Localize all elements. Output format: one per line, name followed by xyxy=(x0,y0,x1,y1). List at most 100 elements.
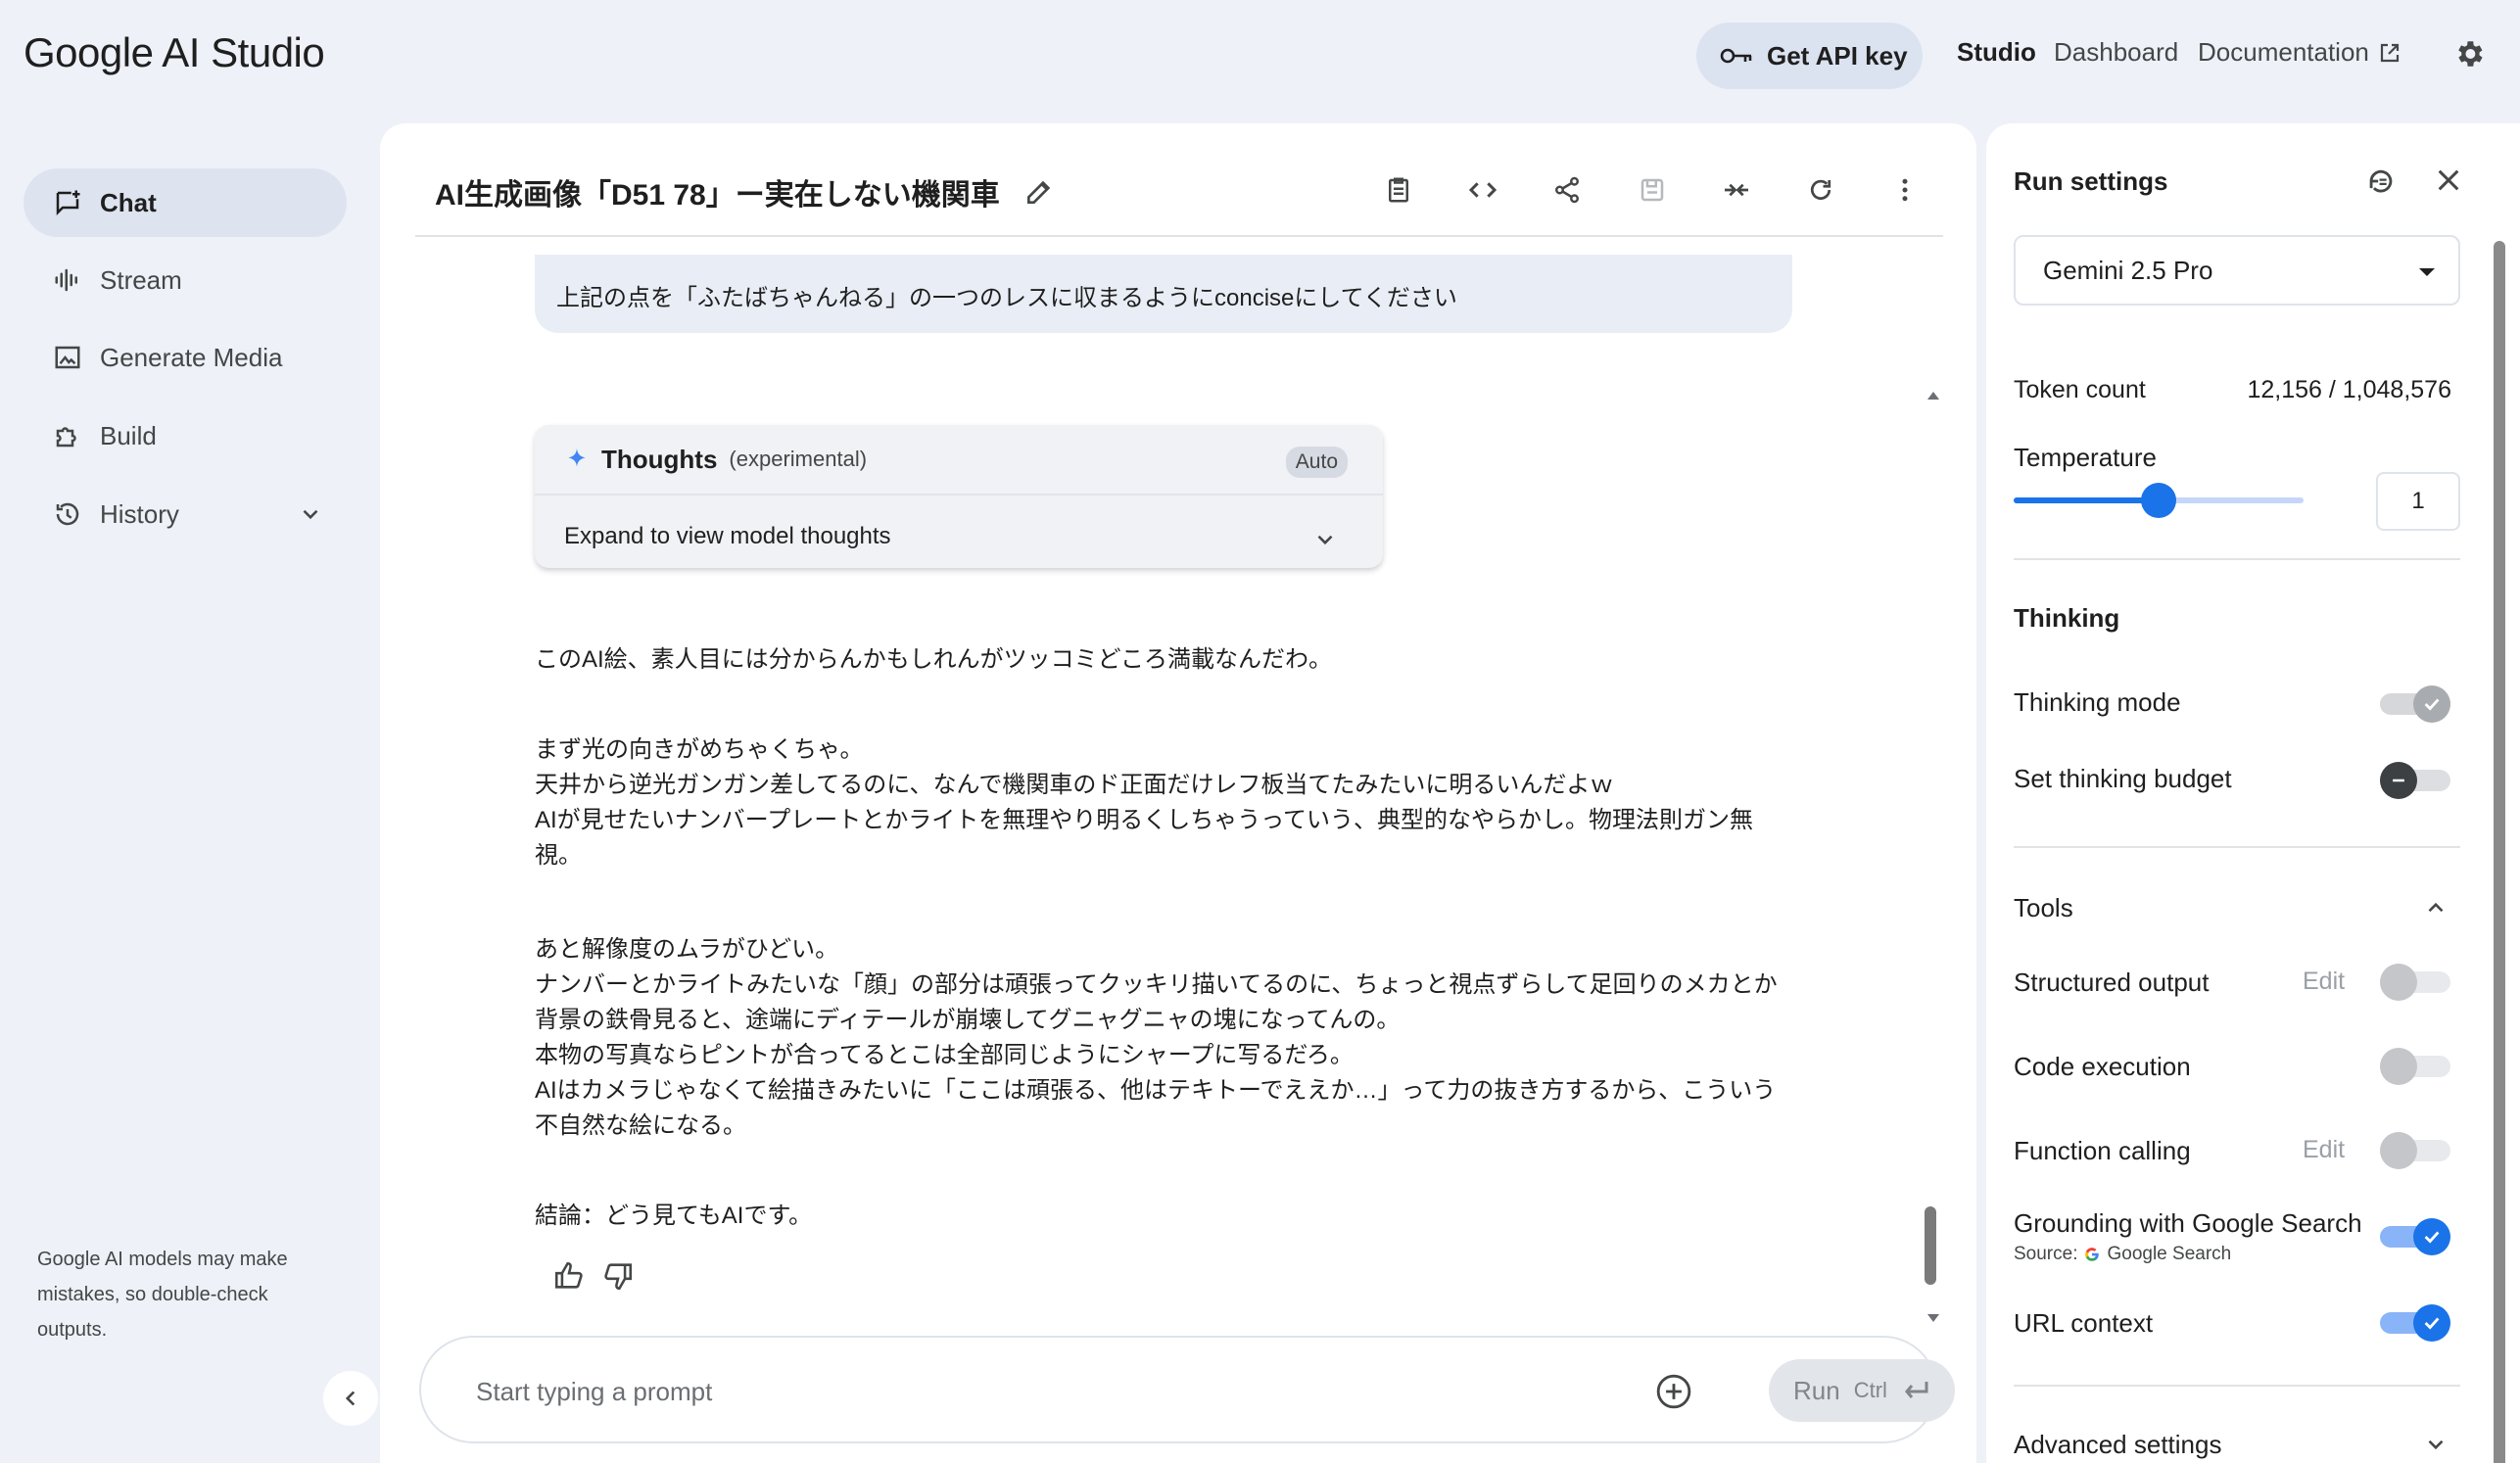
response-text: 結論：どう見てもAIです。 xyxy=(535,1203,813,1229)
nav-documentation-label: Documentation xyxy=(2198,37,2369,67)
refresh-icon[interactable] xyxy=(1801,170,1840,210)
response-paragraph: このAI絵、素人目には分からんかもしれんがツッコミどころ満載なんだわ。 xyxy=(535,642,1798,678)
save-drive-icon[interactable] xyxy=(1633,170,1672,210)
sidebar-item-generate-media[interactable]: Generate Media xyxy=(24,323,347,392)
title-divider xyxy=(415,235,1943,237)
thumbs-down-icon[interactable] xyxy=(601,1259,635,1293)
token-count-value: 12,156 / 1,048,576 xyxy=(2247,376,2451,403)
chevron-up-icon[interactable] xyxy=(2423,895,2449,920)
function-calling-edit-link[interactable]: Edit xyxy=(2303,1136,2345,1164)
grounding-toggle[interactable] xyxy=(2380,1218,2450,1255)
sparkle-icon xyxy=(564,447,590,472)
tools-heading: Tools xyxy=(2014,893,2073,922)
add-content-icon[interactable] xyxy=(1655,1373,1692,1410)
sidebar-item-stream[interactable]: Stream xyxy=(24,246,347,314)
thoughts-title: Thoughts xyxy=(601,444,718,474)
user-message: 上記の点を「ふたばちゃんねる」の一つのレスに収まるようにconciseにしてくだ… xyxy=(535,255,1792,333)
more-options-icon[interactable] xyxy=(1885,170,1925,210)
function-calling-label: Function calling xyxy=(2014,1136,2191,1165)
temperature-slider[interactable] xyxy=(2014,483,2304,518)
sidebar-item-chat[interactable]: Chat xyxy=(24,168,347,237)
run-shortcut: Ctrl xyxy=(1853,1378,1887,1402)
settings-gear-icon[interactable] xyxy=(2452,37,2486,71)
logo-product-text: AI Studio xyxy=(162,29,325,75)
thumbs-up-icon[interactable] xyxy=(552,1259,586,1293)
temperature-slider-thumb[interactable] xyxy=(2141,483,2176,518)
share-icon[interactable] xyxy=(1547,170,1587,210)
url-context-toggle[interactable] xyxy=(2380,1304,2450,1342)
expand-thoughts-label[interactable]: Expand to view model thoughts xyxy=(564,523,891,550)
chevron-down-icon[interactable] xyxy=(2423,1432,2449,1457)
settings-scroll-thumb[interactable] xyxy=(2494,241,2505,1463)
run-label: Run xyxy=(1793,1375,1840,1405)
scroll-up-arrow-icon[interactable] xyxy=(1924,386,1943,405)
structured-output-toggle[interactable] xyxy=(2380,964,2450,1001)
model-select-value: Gemini 2.5 Pro xyxy=(2043,255,2213,285)
response-paragraph: まず光の向きがめちゃくちゃ。 天井から逆光ガンガン差してるのに、なんで機関車のド… xyxy=(535,732,1798,873)
temperature-input[interactable]: 1 xyxy=(2376,472,2460,531)
advanced-settings-label[interactable]: Advanced settings xyxy=(2014,1430,2221,1460)
nav-dashboard[interactable]: Dashboard xyxy=(2054,37,2178,68)
edit-title-icon[interactable] xyxy=(1023,176,1055,208)
thoughts-panel[interactable]: Thoughts (experimental) Auto Expand to v… xyxy=(535,425,1383,568)
code-execution-label: Code execution xyxy=(2014,1052,2191,1081)
key-icon xyxy=(1720,46,1753,66)
thinking-mode-toggle[interactable] xyxy=(2380,685,2450,723)
close-icon[interactable] xyxy=(2433,165,2464,196)
structured-output-label: Structured output xyxy=(2014,967,2210,997)
function-calling-toggle[interactable] xyxy=(2380,1132,2450,1169)
grounding-source-name[interactable]: Google Search xyxy=(2107,1244,2231,1265)
toggle-knob xyxy=(2380,1048,2417,1085)
puzzle-icon xyxy=(53,421,82,450)
top-bar: Google AI Studio Get API key Studio Dash… xyxy=(0,0,2520,110)
divider xyxy=(2014,558,2460,560)
sidebar-item-label: Stream xyxy=(100,264,182,295)
chat-panel: AI生成画像「D51 78」ー実在しない機関車 上記の点を「ふたばちゃんねる」の… xyxy=(380,123,1976,1463)
chat-icon xyxy=(53,188,82,217)
run-settings-title: Run settings xyxy=(2014,166,2168,196)
toggle-knob xyxy=(2413,685,2450,723)
reset-settings-icon[interactable] xyxy=(2364,165,2398,198)
app-logo[interactable]: Google AI Studio xyxy=(24,29,325,76)
clipboard-icon[interactable] xyxy=(1379,170,1418,210)
get-api-key-label: Get API key xyxy=(1767,40,1908,71)
sidebar-item-label: Build xyxy=(100,420,157,450)
google-g-icon xyxy=(2083,1246,2101,1263)
nav-documentation[interactable]: Documentation xyxy=(2198,37,2401,68)
divider xyxy=(2014,1385,2460,1387)
dropdown-caret-icon xyxy=(2417,266,2437,278)
url-context-label: URL context xyxy=(2014,1308,2154,1338)
logo-google-text: Google xyxy=(24,29,154,75)
toggle-knob xyxy=(2413,1304,2450,1342)
chat-scroll-thumb[interactable] xyxy=(1925,1206,1936,1285)
nav-studio[interactable]: Studio xyxy=(1957,37,2036,68)
sidebar-item-build[interactable]: Build xyxy=(24,401,347,470)
compare-icon[interactable] xyxy=(1717,170,1756,210)
thinking-budget-toggle[interactable] xyxy=(2380,762,2450,799)
sidebar-item-label: Generate Media xyxy=(100,342,283,372)
chevron-down-icon[interactable] xyxy=(298,501,323,527)
code-execution-toggle[interactable] xyxy=(2380,1048,2450,1085)
run-button[interactable]: Run Ctrl xyxy=(1769,1359,1955,1422)
code-icon[interactable] xyxy=(1463,170,1502,210)
divider xyxy=(2014,846,2460,848)
run-settings-panel: Run settings Gemini 2.5 Pro Token count … xyxy=(1986,123,2520,1463)
get-api-key-button[interactable]: Get API key xyxy=(1696,23,1923,89)
image-icon xyxy=(53,343,82,372)
structured-output-edit-link[interactable]: Edit xyxy=(2303,967,2345,996)
response-paragraph: 結論：どう見てもAIです。 xyxy=(535,1199,1798,1234)
grounding-source: Source: Google Search xyxy=(2014,1244,2231,1265)
prompt-input[interactable] xyxy=(476,1375,1651,1408)
chevron-down-icon[interactable] xyxy=(1312,527,1338,552)
sidebar-item-history[interactable]: History xyxy=(24,480,347,548)
grounding-label: Grounding with Google Search xyxy=(2014,1208,2362,1238)
toggle-knob xyxy=(2380,1132,2417,1169)
sidebar-item-label: History xyxy=(100,498,179,529)
chat-title-row: AI生成画像「D51 78」ー実在しない機関車 xyxy=(435,170,1055,213)
model-select[interactable]: Gemini 2.5 Pro xyxy=(2014,235,2460,306)
response-text: このAI絵、素人目には分からんかもしれんがツッコミどころ満載なんだわ。 xyxy=(535,646,1332,673)
thoughts-header: Thoughts (experimental) Auto xyxy=(535,425,1383,496)
collapse-sidebar-button[interactable] xyxy=(323,1371,378,1426)
scroll-down-arrow-icon[interactable] xyxy=(1924,1308,1943,1328)
response-text: まず光の向きがめちゃくちゃ。 天井から逆光ガンガン差してるのに、なんで機関車のド… xyxy=(535,736,1754,869)
